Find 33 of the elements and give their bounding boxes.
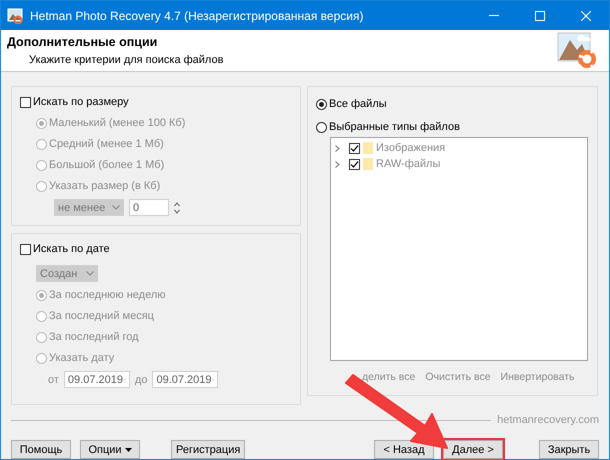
button[interactable]: Опции [80, 440, 140, 459]
to-label: до [134, 374, 148, 386]
button[interactable]: Помощь [11, 440, 71, 459]
tree-item-label[interactable]: Изображения [376, 142, 446, 154]
action-link[interactable]: Очистить все [425, 371, 491, 383]
website-label: hetmanrecovery.com [497, 414, 599, 426]
checkbox-label: Искать по размеру [33, 96, 129, 108]
option-label: За последний месяц [49, 310, 154, 322]
option-label: Маленький (менее 100 Кб) [49, 117, 186, 129]
option-label: Все файлы [329, 98, 387, 110]
tree-item-label[interactable]: RAW-файлы [376, 158, 440, 170]
window-title: Hetman Photo Recovery 4.7 (Незарегистрированная версия) [30, 8, 364, 22]
option-label: Указать размер (в Кб) [49, 180, 160, 192]
number-field[interactable]: 0 [129, 199, 169, 216]
date-field[interactable]: 09.07.2019 [152, 371, 218, 388]
from-label: от [48, 374, 59, 386]
checkbox-label: Искать по дате [33, 243, 110, 255]
option-label: Выбранные типы файлов [329, 121, 460, 133]
option-label: Средний (менее 1 Мб) [49, 138, 164, 150]
option-label: Указать дату [49, 352, 114, 364]
button[interactable]: Далее > [443, 440, 503, 459]
button[interactable]: Регистрация [171, 440, 246, 459]
date-field[interactable]: 09.07.2019 [64, 371, 130, 388]
page-subtitle: Укажите критерии для поиска файлов [29, 54, 224, 66]
button[interactable]: < Назад [374, 440, 434, 459]
file-type-tree[interactable]: Изображения RAW-файлы [330, 137, 588, 361]
option-label: За последний год [49, 331, 139, 343]
action-link[interactable]: Инвертировать [500, 371, 575, 383]
button[interactable]: Закрыть [539, 440, 599, 459]
page-title: Дополнительные опции [7, 35, 158, 49]
action-link[interactable]: делить все [362, 371, 416, 383]
option-label: Большой (более 1 Мб) [49, 159, 164, 171]
option-label: За последнюю неделю [49, 289, 166, 301]
